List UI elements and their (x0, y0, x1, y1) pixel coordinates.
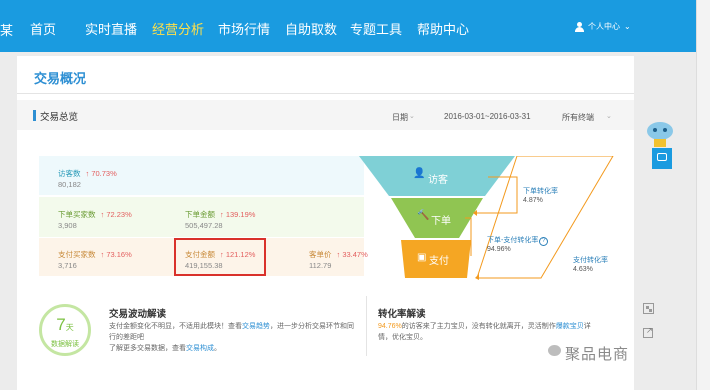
order-pay-rate-value: 94.96% (487, 246, 511, 253)
arrow-icon (475, 274, 479, 280)
nav-item-home[interactable]: 首页 (30, 19, 56, 38)
stat-value: 505,497.28 (185, 221, 223, 230)
stat-value: 3,716 (58, 261, 77, 270)
conversion-text-part: 情，优化宝贝。 (378, 334, 427, 341)
section-divider (366, 296, 367, 356)
fluctuation-title: 交易波动解读 (109, 309, 167, 320)
stat-change: ↑ 70.73% (85, 169, 117, 178)
user-center-label: 个人中心 (588, 22, 620, 31)
order-rate-label: 下单转化率 (523, 188, 558, 195)
conversion-text-part: 的访客来了主力宝贝，没有转化就离开，灵活制作 (401, 323, 556, 330)
nav-item-live[interactable]: 实时直播 (85, 19, 137, 38)
title-divider (17, 93, 634, 94)
stat-label: 下单金额 (185, 210, 215, 219)
stat-change: ↑ 72.23% (100, 210, 132, 219)
stat-change: ↑ 73.16% (100, 250, 132, 259)
user-center-menu[interactable]: 个人中心 ⌄ (575, 21, 631, 32)
share-icon[interactable] (643, 326, 653, 338)
fluctuation-text-part: 支付金额变化不明显，不适用此模块！查看 (109, 323, 242, 330)
order-pay-rate-text: 下单-支付转化率 (487, 237, 539, 244)
fluctuation-text-part: ，进一步分析交易环节和同 (270, 323, 354, 330)
qr-code-icon[interactable] (643, 303, 654, 314)
scrollbar[interactable] (696, 0, 710, 390)
nav-item-business-analysis[interactable]: 经营分析 (152, 19, 204, 38)
conversion-text: 94.76%的访客来了主力宝贝，没有转化就离开，灵活制作爆款宝贝详 情，优化宝贝… (378, 321, 630, 343)
stat-change: ↑ 139.19% (220, 210, 256, 219)
stat-value: 3,908 (58, 221, 77, 230)
nav-item-tools[interactable]: 专题工具 (350, 19, 402, 38)
stat-label: 支付买家数 (58, 250, 96, 259)
conversion-text-part: 详 (583, 323, 591, 330)
conversion-percent: 94.76% (378, 323, 402, 330)
composition-link[interactable]: 交易构成 (186, 345, 214, 352)
seven-day-badge: 7天 数据解读 (39, 304, 91, 356)
order-rate-value: 4.87% (523, 197, 543, 204)
badge-text: 数据解读 (51, 341, 79, 348)
nav-item-market[interactable]: 市场行情 (218, 19, 270, 38)
section-accent-bar (33, 110, 36, 121)
gavel-icon: 🔨 (417, 210, 430, 221)
stat-visitors: 访客数 ↑ 70.73% (58, 168, 117, 179)
nav-item-self-service[interactable]: 自助取数 (285, 19, 337, 38)
funnel-pay-label: 支付 (429, 256, 449, 267)
stat-value: 80,182 (58, 180, 81, 189)
hot-product-link[interactable]: 爆款宝贝 (556, 323, 584, 330)
stat-label: 下单买家数 (58, 210, 96, 219)
mascot-icon[interactable] (645, 120, 675, 148)
badge-digit: 7 (56, 315, 66, 334)
fluctuation-text-part: 。 (214, 345, 221, 352)
order-row: 下单买家数 ↑ 72.23% 3,908 下单金额 ↑ 139.19% 505,49… (39, 197, 364, 237)
fluctuation-text-part: 了解更多交易数据，查看 (109, 345, 186, 352)
chevron-down-icon[interactable]: ⌄ (606, 112, 612, 120)
stat-label: 访客数 (58, 169, 81, 178)
badge-number: 7天 (42, 315, 88, 335)
highlight-box (174, 238, 266, 276)
chevron-down-icon[interactable]: ⌄ (409, 112, 415, 120)
chat-button[interactable] (652, 148, 672, 169)
conversion-title: 转化率解读 (378, 309, 426, 320)
fluctuation-text: 支付金额变化不明显，不适用此模块！查看交易趋势，进一步分析交易环节和同 行的差距… (109, 321, 359, 354)
terminal-select[interactable]: 所有终端 (562, 112, 594, 123)
chevron-down-icon: ⌄ (624, 22, 631, 31)
funnel-order-label: 下单 (431, 216, 451, 227)
stat-pay-buyers: 支付买家数 ↑ 73.16% (58, 249, 132, 260)
section-title: 交易总览 (40, 112, 79, 123)
badge-unit: 天 (65, 323, 74, 332)
fluctuation-text-part: 行的差距吧 (109, 334, 144, 341)
top-navigation: 某 首页 实时直播 经营分析 市场行情 自助取数 专题工具 帮助中心 个人中心 … (0, 0, 696, 52)
section-header (17, 100, 634, 130)
nav-edge-text: 某 (0, 23, 14, 38)
pay-rate-label: 支付转化率 (573, 257, 608, 264)
date-range: 2016-03-01~2016-03-31 (444, 112, 531, 121)
watermark: 聚品电商 (565, 346, 630, 363)
nav-item-help[interactable]: 帮助中心 (417, 19, 469, 38)
funnel-visit-label: 访客 (428, 175, 448, 186)
stat-label: 客单价 (309, 250, 332, 259)
user-icon (575, 21, 584, 32)
date-selector[interactable]: 日期 (392, 112, 408, 123)
card-icon: ▣ (417, 252, 427, 263)
trend-link[interactable]: 交易趋势 (242, 323, 270, 330)
order-pay-rate-label: 下单-支付转化率? (487, 235, 549, 246)
help-icon[interactable]: ? (539, 237, 549, 246)
conversion-funnel: 👤 访客 🔨 下单 ▣ 支付 下单转化率 4.87% 下单-支付转化率? 94.… (355, 155, 615, 283)
visitors-row: 访客数 ↑ 70.73% 80,182 (39, 156, 364, 195)
wechat-icon (548, 345, 561, 356)
stat-order-buyers: 下单买家数 ↑ 72.23% (58, 209, 132, 220)
page-title: 交易概况 (34, 71, 87, 86)
pay-rate-value: 4.63% (573, 266, 593, 273)
user-icon: 👤 (413, 168, 426, 179)
stat-value: 112.79 (309, 261, 332, 270)
stat-order-amount: 下单金额 ↑ 139.19% (185, 209, 255, 220)
